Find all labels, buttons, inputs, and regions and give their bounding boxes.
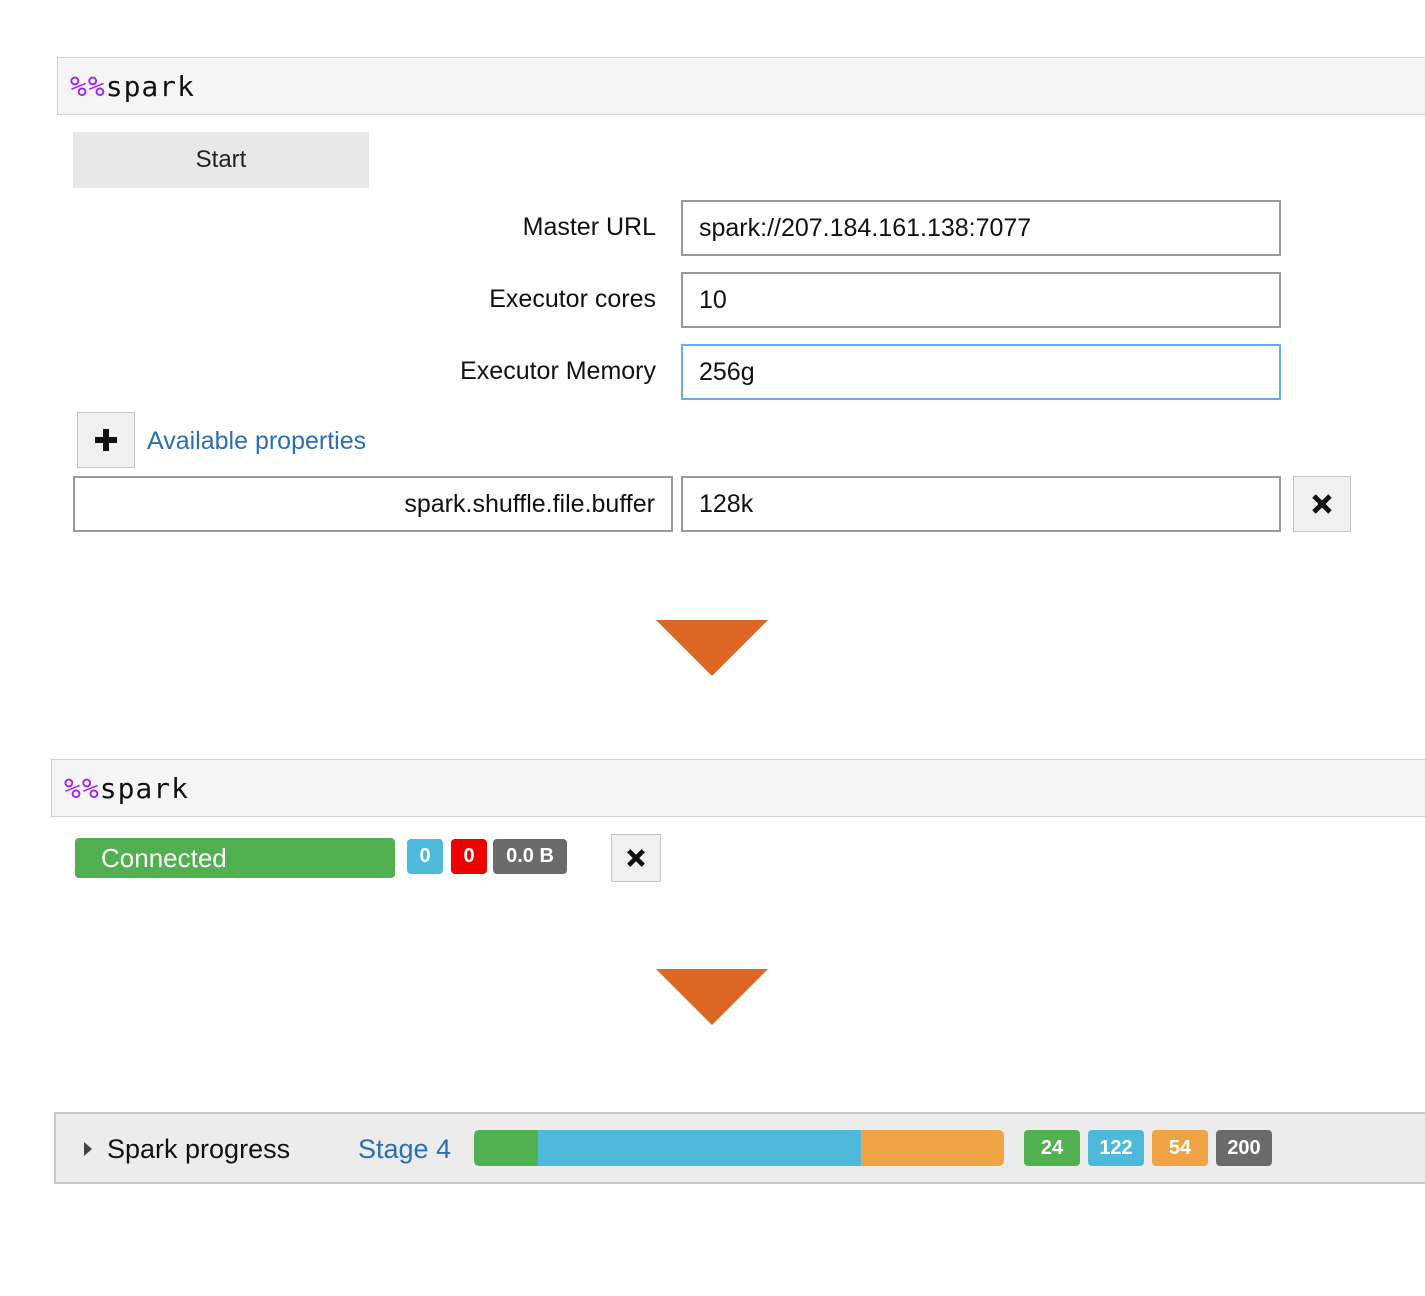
running-tasks-badge: 122	[1088, 1130, 1144, 1166]
available-properties-link[interactable]: Available properties	[147, 414, 447, 468]
code-cell-input[interactable]: %% spark	[57, 57, 1425, 115]
flow-arrow-down	[656, 969, 768, 1025]
connection-status-badge: Connected	[75, 838, 395, 878]
executor-memory-label: Executor Memory	[460, 357, 656, 385]
magic-command: spark	[99, 771, 190, 805]
executor-cores-input[interactable]: 10	[681, 272, 1281, 328]
close-icon	[1312, 494, 1332, 514]
spark-progress-title[interactable]: Spark progress	[107, 1128, 347, 1170]
magic-prefix: %%	[64, 771, 100, 805]
pending-segment	[860, 1130, 1004, 1166]
plus-icon	[95, 429, 117, 451]
disconnect-button[interactable]	[611, 834, 661, 882]
executor-memory-input[interactable]: 256g	[681, 344, 1281, 400]
property-key-input[interactable]: spark.shuffle.file.buffer	[73, 476, 673, 532]
running-segment	[537, 1130, 861, 1166]
remove-property-button[interactable]	[1293, 476, 1351, 532]
failed-count-badge: 0	[451, 839, 487, 874]
stage-progress-bar	[474, 1130, 1004, 1166]
memory-badge: 0.0 B	[493, 839, 567, 874]
succeeded-tasks-badge: 24	[1024, 1130, 1080, 1166]
add-property-button[interactable]	[77, 412, 135, 468]
magic-command: spark	[105, 69, 196, 103]
pending-tasks-badge: 54	[1152, 1130, 1208, 1166]
succeeded-segment	[474, 1130, 538, 1166]
master-url-input[interactable]: spark://207.184.161.138:7077	[681, 200, 1281, 256]
executor-cores-label: Executor cores	[489, 285, 656, 313]
stage-link[interactable]: Stage 4	[358, 1128, 478, 1170]
start-button[interactable]: Start	[73, 132, 369, 188]
property-value-input[interactable]: 128k	[681, 476, 1281, 532]
close-icon	[627, 849, 645, 867]
total-tasks-badge: 200	[1216, 1130, 1272, 1166]
code-cell-input[interactable]: %% spark	[51, 759, 1425, 817]
master-url-label: Master URL	[522, 213, 656, 241]
magic-prefix: %%	[70, 69, 106, 103]
flow-arrow-down	[656, 620, 768, 676]
expand-caret-icon[interactable]	[84, 1142, 92, 1156]
jobs-count-badge: 0	[407, 839, 443, 874]
